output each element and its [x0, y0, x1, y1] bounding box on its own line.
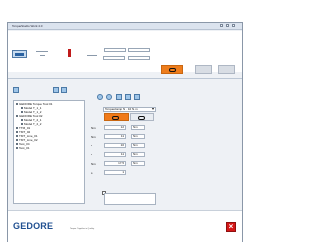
- tool-icon: [169, 68, 176, 72]
- parameter-value[interactable]: 11: [104, 152, 126, 157]
- header-toolbar: [8, 31, 242, 74]
- parameter-label: s: [91, 171, 93, 175]
- parameter-label: Nm: [91, 162, 96, 166]
- parameter-value[interactable]: 1: [104, 170, 126, 175]
- main-content: GEDORE Torque Tool 01 Model T_1_1 Model …: [8, 78, 242, 210]
- tool-parameter-form: Torqueclamp N · 10 N·m Nm 12 Nm Nm 11 Nm…: [90, 86, 162, 205]
- save-icon[interactable]: [13, 87, 19, 93]
- window-close-button[interactable]: [232, 24, 235, 27]
- tree-tool-icon: [16, 143, 18, 146]
- parameter-value[interactable]: 11: [104, 134, 126, 139]
- toolbar-divider: [40, 55, 45, 56]
- parameter-row: Nm 11 Nm: [90, 134, 162, 140]
- parameter-unit[interactable]: Nm: [131, 143, 145, 148]
- parameter-label: °: [91, 153, 93, 157]
- parameter-row: Nm 12 Nm: [90, 125, 162, 131]
- app-logo: [12, 50, 27, 58]
- parameter-value[interactable]: 17.5: [104, 161, 126, 166]
- folder-icon[interactable]: [53, 87, 59, 93]
- tree-tool-icon: [21, 107, 23, 110]
- top-input[interactable]: [103, 56, 125, 60]
- active-action-button[interactable]: [104, 113, 129, 121]
- mode-select[interactable]: Torqueclamp N · 10 N·m: [103, 107, 156, 112]
- tool-tree[interactable]: GEDORE Torque Tool 01 Model T_1_1 Model …: [13, 100, 85, 204]
- parameter-value[interactable]: 12: [104, 125, 126, 130]
- tree-tool-icon: [21, 123, 23, 126]
- parameter-unit[interactable]: Nm: [131, 125, 145, 130]
- parameter-row: Nm 17.5 Nm: [90, 161, 162, 167]
- toolbar-divider: [87, 55, 97, 56]
- title-bar: TorqueStudio Work 4.0: [8, 23, 242, 30]
- window-title: TorqueStudio Work 4.0: [12, 24, 43, 28]
- toolbar-divider: [36, 51, 48, 52]
- parameter-row: s 1: [90, 170, 162, 176]
- parameter-row: ° 10 Nm: [90, 143, 162, 149]
- maximize-button[interactable]: [226, 24, 229, 27]
- tool-alt-icon: [138, 116, 145, 120]
- tree-tool-icon: [16, 147, 18, 150]
- tree-tool-icon: [16, 139, 18, 142]
- tree-tool-icon: [16, 115, 18, 118]
- parameter-row: ° 11 Nm: [90, 152, 162, 158]
- parameter-label: °: [91, 144, 93, 148]
- tree-tool-icon: [16, 103, 18, 106]
- tool-icon: [112, 116, 119, 120]
- brand-logo: GEDORE: [13, 221, 54, 231]
- parameter-label: Nm: [91, 135, 96, 139]
- tree-tool-icon: [16, 135, 18, 138]
- parameter-unit[interactable]: Nm: [131, 161, 145, 166]
- tree-item[interactable]: Test_01: [14, 146, 30, 150]
- parameter-unit[interactable]: Nm: [131, 152, 145, 157]
- tree-tool-icon: [21, 119, 23, 122]
- minimize-button[interactable]: [220, 24, 223, 27]
- active-tool-button[interactable]: [161, 65, 183, 74]
- top-input[interactable]: [104, 48, 126, 52]
- app-window: TorqueStudio Work 4.0 GEDORE Torque Tool…: [7, 22, 243, 242]
- tree-tool-icon: [16, 127, 18, 130]
- tree-tool-icon: [16, 131, 18, 134]
- parameter-label: Nm: [91, 126, 96, 130]
- brand-subtext: Torque. Together in Quality.: [70, 228, 95, 230]
- check-button[interactable]: [218, 65, 235, 74]
- top-input[interactable]: [128, 56, 150, 60]
- tree-item-label: Test_01: [19, 146, 30, 150]
- parameter-unit[interactable]: Nm: [131, 134, 145, 139]
- parameter-value[interactable]: 10: [104, 143, 126, 148]
- marker-icon: [68, 49, 71, 57]
- close-button[interactable]: ×: [226, 222, 236, 232]
- copy-icon[interactable]: [61, 87, 67, 93]
- list-button[interactable]: [195, 65, 212, 74]
- tree-tool-icon: [21, 111, 23, 114]
- notes-input[interactable]: [104, 193, 156, 205]
- secondary-action-button[interactable]: [130, 113, 154, 121]
- top-input[interactable]: [128, 48, 150, 52]
- footer: GEDORE Torque. Together in Quality. ×: [8, 210, 242, 242]
